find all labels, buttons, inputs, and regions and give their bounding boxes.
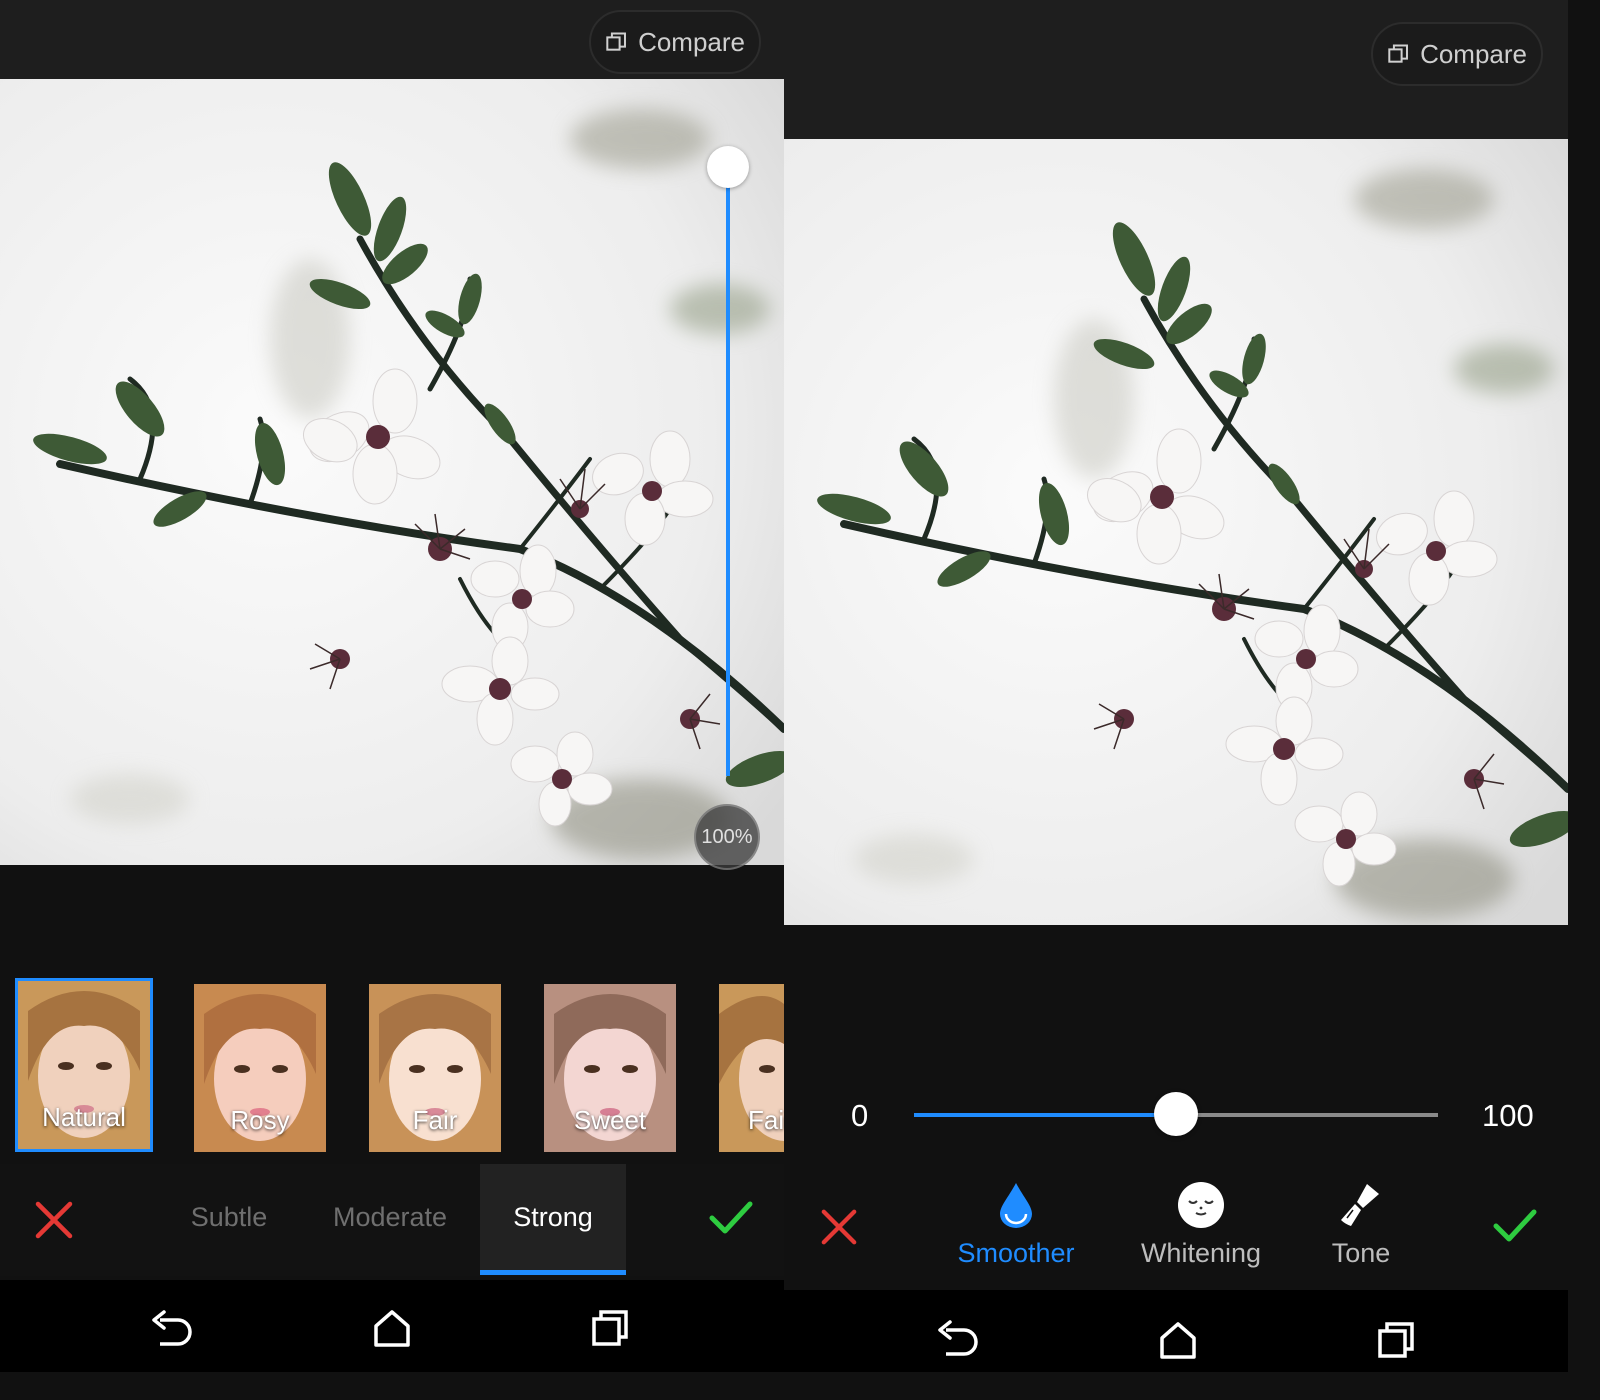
filter-label: Fair bbox=[412, 1105, 458, 1135]
strength-bar: Subtle Moderate Strong bbox=[0, 1164, 784, 1276]
confirm-check-icon[interactable] bbox=[1492, 1206, 1538, 1246]
system-nav-bar bbox=[784, 1290, 1568, 1372]
compare-button[interactable]: Compare bbox=[1371, 22, 1543, 86]
system-nav-bar bbox=[0, 1280, 784, 1372]
intensity-slider-knob[interactable] bbox=[1154, 1092, 1198, 1136]
filter-label: Fai bbox=[748, 1105, 784, 1135]
water-drop-icon bbox=[1000, 1183, 1032, 1228]
tab-subtle[interactable]: Subtle bbox=[170, 1164, 288, 1270]
filter-fair[interactable]: Fair bbox=[369, 984, 501, 1152]
tool-whitening[interactable]: Whitening bbox=[1126, 1180, 1276, 1269]
intensity-slider-track[interactable] bbox=[914, 1092, 1438, 1136]
top-bar: Compare bbox=[0, 0, 784, 80]
filter-sweet[interactable]: Sweet bbox=[544, 984, 676, 1152]
cancel-icon[interactable] bbox=[34, 1200, 74, 1240]
photo-preview bbox=[0, 79, 784, 865]
back-icon[interactable] bbox=[150, 1310, 194, 1350]
recents-icon[interactable] bbox=[1376, 1320, 1416, 1360]
left-screen: Compare 100% Natural Rosy Fair Sweet Fai… bbox=[0, 0, 784, 1372]
tab-strong[interactable]: Strong bbox=[480, 1164, 626, 1275]
tab-moderate[interactable]: Moderate bbox=[318, 1164, 462, 1270]
tool-smoother[interactable]: Smoother bbox=[941, 1180, 1091, 1269]
tool-tone[interactable]: Tone bbox=[1286, 1180, 1436, 1269]
slider-min-label: 0 bbox=[851, 1098, 869, 1133]
tool-label: Whitening bbox=[1140, 1238, 1262, 1268]
slider-max-label: 100 bbox=[1482, 1098, 1534, 1133]
right-screen: Compare 0 100 Smoother Whitening Tone bbox=[784, 0, 1568, 1372]
blossom-photo bbox=[0, 79, 784, 865]
brush-icon bbox=[1341, 1184, 1379, 1226]
face-mask-icon bbox=[1178, 1182, 1224, 1228]
strength-percent-badge: 100% bbox=[694, 804, 760, 870]
filter-label: Rosy bbox=[230, 1105, 290, 1135]
strength-slider-track[interactable] bbox=[726, 168, 730, 776]
home-icon[interactable] bbox=[372, 1308, 412, 1348]
compare-button[interactable]: Compare bbox=[589, 10, 761, 74]
filter-natural[interactable]: Natural bbox=[15, 978, 153, 1152]
compare-icon bbox=[1388, 44, 1408, 63]
filter-rosy[interactable]: Rosy bbox=[194, 984, 326, 1152]
strength-slider-knob[interactable] bbox=[707, 146, 749, 188]
recents-icon[interactable] bbox=[590, 1308, 630, 1348]
tool-label: Smoother bbox=[957, 1238, 1075, 1268]
back-icon[interactable] bbox=[936, 1320, 980, 1360]
cancel-icon[interactable] bbox=[820, 1208, 858, 1246]
intensity-slider-fill bbox=[914, 1113, 1176, 1117]
filter-label: Sweet bbox=[573, 1105, 647, 1135]
compare-label: Compare bbox=[1420, 38, 1527, 69]
compare-label: Compare bbox=[638, 26, 745, 57]
photo-preview bbox=[784, 139, 1568, 925]
confirm-check-icon[interactable] bbox=[708, 1198, 754, 1238]
tool-label: Tone bbox=[1331, 1238, 1391, 1268]
filter-partial[interactable]: Fai bbox=[719, 984, 784, 1152]
blossom-photo bbox=[784, 139, 1568, 925]
compare-icon bbox=[606, 32, 626, 51]
filter-thumbnails: Natural Rosy Fair Sweet Fai bbox=[0, 976, 784, 1158]
home-icon[interactable] bbox=[1158, 1320, 1198, 1360]
top-bar: Compare bbox=[784, 0, 1568, 140]
filter-label: Natural bbox=[42, 1102, 126, 1132]
